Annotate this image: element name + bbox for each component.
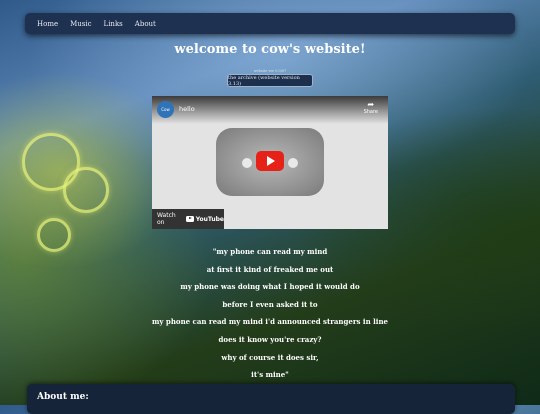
- lyrics-block: "my phone can read my mind at first it k…: [0, 247, 540, 388]
- share-icon: ➦: [367, 100, 375, 109]
- watch-on-label: Watch on: [157, 212, 176, 226]
- lyric-line: at first it kind of freaked me out: [206, 264, 334, 274]
- lyric-line: does it know you're crazy?: [218, 334, 322, 344]
- channel-avatar[interactable]: Cow: [157, 101, 174, 118]
- about-panel: About me:: [27, 384, 515, 414]
- lyric-line: "my phone can read my mind: [212, 247, 328, 256]
- lyric-line: before I even asked it to: [222, 299, 318, 309]
- lyric-line: my phone can read my mind i'd announced …: [152, 317, 388, 327]
- lyric-line: my phone was doing what I hoped it would…: [180, 282, 360, 292]
- about-heading: About me:: [37, 392, 89, 402]
- decorative-ring: [63, 167, 109, 213]
- page-title: welcome to cow's website!: [174, 42, 366, 57]
- play-button[interactable]: [256, 151, 284, 171]
- tv-left-dot: [242, 158, 252, 168]
- watch-on-youtube-button[interactable]: Watch on YouTube: [152, 209, 224, 229]
- tv-right-dot: [288, 158, 298, 168]
- top-navbar: Home Music Links About: [25, 13, 515, 34]
- youtube-logo-icon: [185, 216, 194, 222]
- video-title[interactable]: hello: [179, 105, 195, 113]
- video-embed[interactable]: Cow hello ➦ Share Watch on YouTube: [152, 96, 388, 229]
- nav-link-home[interactable]: Home: [37, 20, 58, 28]
- share-button[interactable]: ➦ Share: [364, 100, 378, 115]
- share-label: Share: [363, 109, 378, 115]
- play-icon: [267, 156, 275, 166]
- nav-link-music[interactable]: Music: [70, 20, 91, 28]
- archive-button[interactable]: the archive (website version 3.13): [227, 74, 313, 87]
- nav-link-about[interactable]: About: [135, 20, 156, 28]
- version-label: website ver 0.0/07: [253, 69, 287, 73]
- nav-link-links[interactable]: Links: [104, 20, 123, 28]
- youtube-brand-label: YouTube: [195, 215, 224, 223]
- lyric-line: why of course it does sir,: [221, 352, 319, 362]
